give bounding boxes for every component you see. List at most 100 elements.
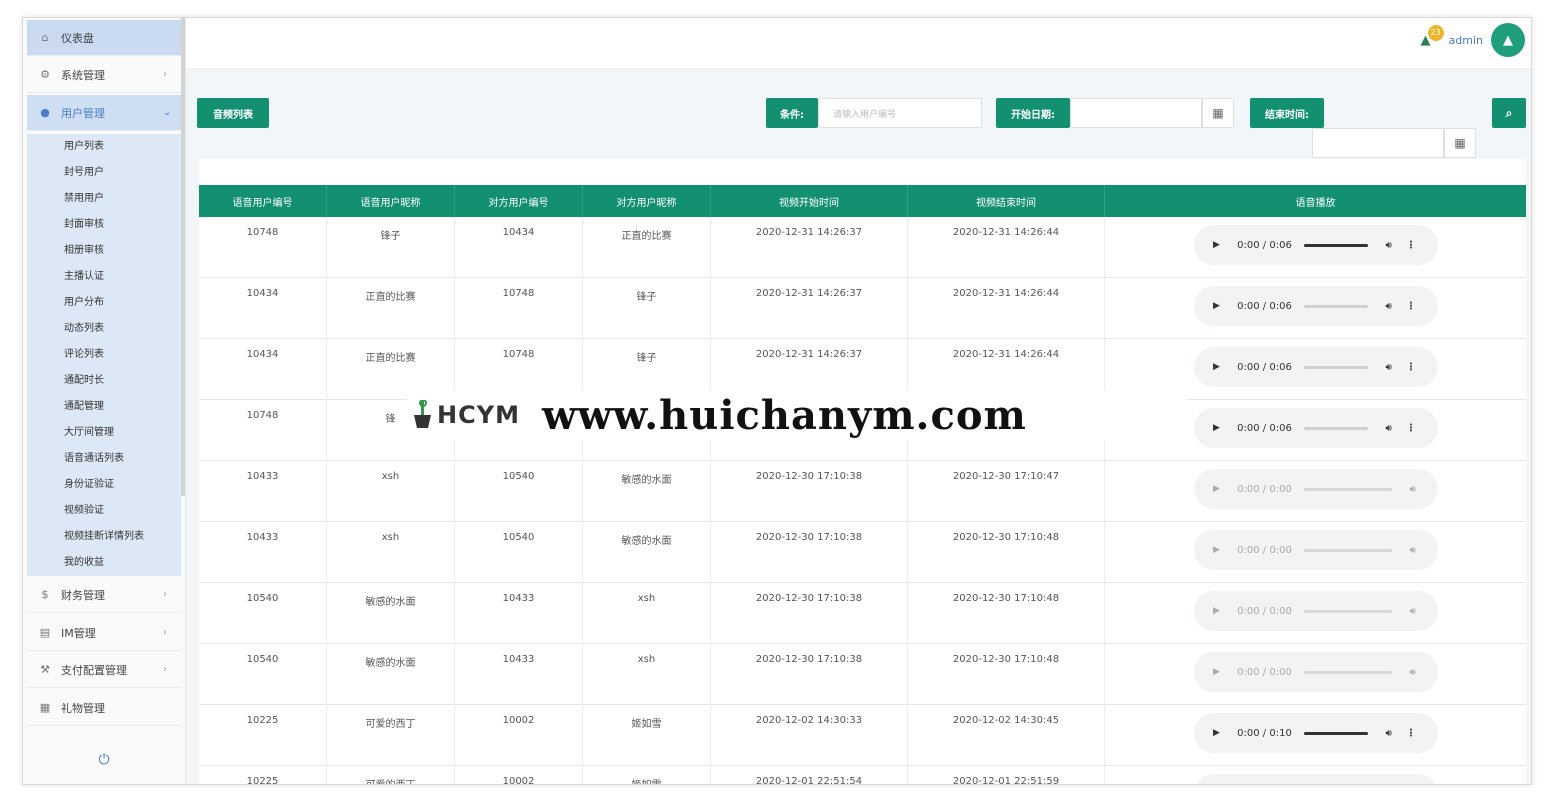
volume-icon[interactable]: 🔊︎ (1410, 545, 1416, 556)
audio-progress-slider[interactable] (1303, 670, 1392, 674)
volume-icon[interactable]: 🔊︎ (1410, 667, 1416, 678)
submenu-item[interactable]: 通配管理 (27, 394, 181, 420)
play-icon[interactable]: ▶ (1210, 362, 1224, 372)
audio-list-button[interactable]: 音频列表 (197, 98, 269, 128)
audio-progress-slider[interactable] (1303, 609, 1392, 613)
avatar[interactable]: ▲ (1491, 23, 1525, 57)
table-cell: 姬如雪 (583, 705, 711, 766)
audio-progress-slider[interactable] (1303, 426, 1368, 430)
audio-progress-slider[interactable] (1303, 365, 1368, 369)
sidebar-item-system[interactable]: ⚙ 系统管理 › (27, 57, 181, 93)
submenu-item[interactable]: 封面审核 (27, 212, 181, 238)
more-options-icon[interactable]: ⋮ (1406, 240, 1416, 251)
condition-label: 条件: (766, 98, 818, 128)
audio-player[interactable]: ▶ 0:00 / 0:00 🔊︎ (1193, 530, 1438, 570)
volume-icon[interactable]: 🔊︎ (1386, 362, 1392, 373)
audio-player[interactable]: ▶🔊︎⋮ (1193, 774, 1438, 784)
table-cell: 2020-12-01 22:51:54 (711, 766, 908, 784)
play-icon[interactable]: ▶ (1210, 667, 1224, 677)
sidebar-item-label: 用户管理 (61, 106, 105, 120)
volume-icon[interactable]: 🔊︎ (1410, 606, 1416, 617)
table-cell: 正直的比赛 (327, 278, 455, 339)
username[interactable]: admin (1449, 34, 1483, 47)
sidebar-item-payment[interactable]: ⚒ 支付配置管理 › (27, 652, 181, 688)
audio-progress-slider[interactable] (1303, 243, 1368, 247)
play-icon[interactable]: ▶ (1210, 545, 1224, 555)
play-icon[interactable]: ▶ (1210, 423, 1224, 433)
audio-progress-slider[interactable] (1303, 548, 1392, 552)
watermark-logo: HCYM (411, 400, 520, 430)
gift-icon: ▦ (39, 701, 51, 714)
table-cell: 2020-12-30 17:10:38 (711, 583, 908, 644)
submenu-item[interactable]: 视频验证 (27, 498, 181, 524)
user-icon: ● (40, 106, 50, 119)
submenu-item[interactable]: 身份证验证 (27, 472, 181, 498)
submenu-item[interactable]: 用户分布 (27, 290, 181, 316)
submenu-item[interactable]: 大厅间管理 (27, 420, 181, 446)
audio-player[interactable]: ▶ 0:00 / 0:06 🔊︎ ⋮ (1193, 286, 1438, 326)
power-icon[interactable]: ⏻ (23, 752, 185, 768)
sidebar-scrollbar[interactable] (181, 18, 185, 496)
audio-player[interactable]: ▶ 0:00 / 0:00 🔊︎ (1193, 652, 1438, 692)
audio-player[interactable]: ▶ 0:00 / 0:06 🔊︎ ⋮ (1193, 347, 1438, 387)
volume-icon[interactable]: 🔊︎ (1386, 301, 1392, 312)
table-cell: xsh (327, 461, 455, 522)
sidebar-item-users[interactable]: ● 用户管理 ⌄ (27, 95, 181, 131)
more-options-icon[interactable]: ⋮ (1406, 728, 1416, 739)
search-button[interactable]: ⌕ (1492, 98, 1526, 128)
start-date-label: 开始日期: (996, 98, 1070, 128)
sidebar-item-dashboard[interactable]: ⌂ 仪表盘 (27, 20, 181, 56)
audio-player[interactable]: ▶ 0:00 / 0:06 🔊︎ ⋮ (1193, 408, 1438, 448)
play-icon[interactable]: ▶ (1210, 606, 1224, 616)
notification-bell-icon[interactable]: ▲ 23 (1419, 25, 1444, 51)
audio-time: 0:00 / 0:00 (1237, 544, 1292, 556)
calendar-icon[interactable]: ▦ (1202, 98, 1234, 128)
audio-progress-slider[interactable] (1303, 304, 1368, 308)
start-date-input[interactable] (1070, 98, 1202, 128)
table-cell: 10748 (199, 400, 327, 461)
submenu-item[interactable]: 相册审核 (27, 238, 181, 264)
play-icon[interactable]: ▶ (1210, 240, 1224, 250)
audio-player[interactable]: ▶ 0:00 / 0:00 🔊︎ (1193, 591, 1438, 631)
audio-player[interactable]: ▶ 0:00 / 0:00 🔊︎ (1193, 469, 1438, 509)
more-options-icon[interactable]: ⋮ (1406, 423, 1416, 434)
table-cell: 2020-12-01 22:51:59 (908, 766, 1105, 784)
more-options-icon[interactable]: ⋮ (1406, 362, 1416, 373)
audio-progress-slider[interactable] (1303, 731, 1368, 735)
audio-cell: ▶ 0:00 / 0:00 🔊︎ (1105, 644, 1526, 705)
sidebar-item-label: 财务管理 (61, 588, 105, 602)
volume-icon[interactable]: 🔊︎ (1410, 484, 1416, 495)
submenu-item[interactable]: 动态列表 (27, 316, 181, 342)
submenu-item[interactable]: 语音通话列表 (27, 446, 181, 472)
more-options-icon[interactable]: ⋮ (1406, 301, 1416, 312)
shovel-icon (414, 400, 431, 428)
sidebar-item-gifts[interactable]: ▦ 礼物管理 (27, 690, 181, 726)
table-cell: 2020-12-31 14:26:44 (908, 278, 1105, 339)
audio-table: 语音用户编号 语音用户昵称 对方用户编号 对方用户昵称 视频开始时间 视频结束时… (199, 159, 1526, 784)
play-icon[interactable]: ▶ (1210, 301, 1224, 311)
calendar-icon[interactable]: ▦ (1444, 128, 1476, 158)
play-icon[interactable]: ▶ (1210, 484, 1224, 494)
volume-icon[interactable]: 🔊︎ (1386, 423, 1392, 434)
submenu-item[interactable]: 封号用户 (27, 160, 181, 186)
sidebar-item-finance[interactable]: $ 财务管理 › (27, 577, 181, 613)
submenu-item[interactable]: 我的收益 (27, 550, 181, 576)
submenu-item[interactable]: 禁用用户 (27, 186, 181, 212)
volume-icon[interactable]: 🔊︎ (1386, 240, 1392, 251)
end-time-input[interactable] (1312, 128, 1444, 158)
audio-player[interactable]: ▶ 0:00 / 0:06 🔊︎ ⋮ (1193, 225, 1438, 265)
play-icon[interactable]: ▶ (1210, 728, 1224, 738)
table-cell: 2020-12-30 17:10:47 (908, 461, 1105, 522)
submenu-item[interactable]: 主播认证 (27, 264, 181, 290)
condition-input[interactable]: 请输入用户编号 (818, 98, 982, 128)
sidebar-item-im[interactable]: ▤ IM管理 › (27, 615, 181, 651)
submenu-item[interactable]: 评论列表 (27, 342, 181, 368)
volume-icon[interactable]: 🔊︎ (1386, 728, 1392, 739)
audio-player[interactable]: ▶ 0:00 / 0:10 🔊︎ ⋮ (1193, 713, 1438, 753)
submenu-item[interactable]: 通配时长 (27, 368, 181, 394)
submenu-item[interactable]: 视频挂断详情列表 (27, 524, 181, 550)
audio-progress-slider[interactable] (1303, 487, 1392, 491)
column-header: 语音用户编号 (199, 185, 327, 217)
submenu-item[interactable]: 用户列表 (27, 134, 181, 160)
table-row: 10434 正直的比赛 10748 锋子 2020-12-31 14:26:37 2020… (199, 278, 1526, 339)
